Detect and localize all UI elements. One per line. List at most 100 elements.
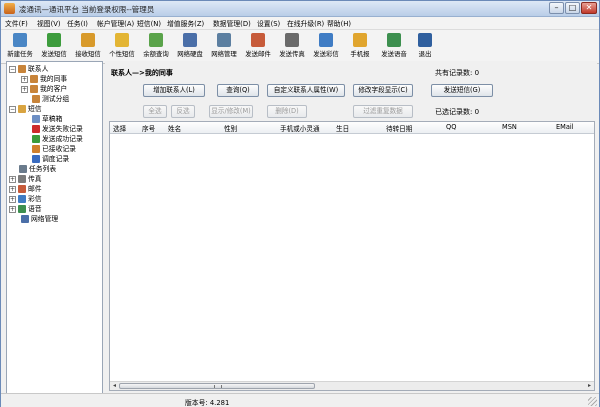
tree-node-customers[interactable]: + 我的客户 (21, 84, 67, 94)
menu-settings[interactable]: 设置(S) (257, 18, 280, 28)
table-header: 选择 序号 姓名 性别 手机或小灵通 生日 待转日期 QQ MSN EMail (110, 122, 594, 134)
tree-node-drafts[interactable]: 草稿箱 (32, 114, 62, 124)
column-header-gender[interactable]: 性别 (224, 123, 237, 133)
title-bar[interactable]: 凌通讯—通讯平台 当前登录权限--管理员 – □ ✕ (1, 1, 599, 17)
tree-node-mms[interactable]: + 彩信 (9, 194, 42, 204)
expand-toggle[interactable]: + (21, 85, 28, 93)
column-header-index[interactable]: 序号 (142, 123, 155, 133)
column-header-pending-date[interactable]: 待转日期 (386, 123, 412, 133)
menu-bar: 文件(F) 视图(V) 任务(I) 帐户管理(A) 短信(N) 增值服务(Z) … (1, 17, 599, 30)
mobile-news-icon (353, 33, 367, 47)
tree-node-network[interactable]: 网络管理 (21, 214, 58, 224)
receive-sms-button[interactable]: 接收短信 (71, 32, 105, 62)
send-mms-button[interactable]: 发送彩信 (309, 32, 343, 62)
scroll-left-arrow-icon[interactable]: ◂ (110, 382, 119, 390)
voice-icon (18, 205, 26, 213)
tree-node-fax[interactable]: + 传真 (9, 174, 42, 184)
exit-button[interactable]: 退出 (411, 32, 439, 62)
send-mail-icon (251, 33, 265, 47)
network-manage-button[interactable]: 网络管理 (207, 32, 241, 62)
menu-account[interactable]: 帐户管理(A) (97, 18, 134, 28)
tree-node-voice[interactable]: + 语音 (9, 204, 42, 214)
menu-value-added[interactable]: 增值服务(Z) (167, 18, 204, 28)
toolbar: 新建任务 发送短信 接收短信 个性短信 余额查询 网络硬盘 网络管理 发送邮件 … (1, 30, 599, 64)
column-header-email[interactable]: EMail (556, 123, 574, 131)
app-logo-icon (4, 3, 15, 14)
tree-node-colleagues[interactable]: + 我的同事 (21, 74, 67, 84)
draft-icon (32, 115, 40, 123)
send-sms-button[interactable]: 发送短信 (37, 32, 71, 62)
modify-fields-button[interactable]: 修改字段显示(C) (353, 84, 413, 97)
menu-data[interactable]: 数据管理(D) (213, 18, 251, 28)
fax-icon (18, 175, 26, 183)
tree-node-schedule[interactable]: 调度记录 (32, 154, 69, 164)
invert-selection-button[interactable]: 反选 (171, 105, 195, 118)
select-all-button[interactable]: 全选 (143, 105, 167, 118)
contacts-table[interactable]: 选择 序号 姓名 性别 手机或小灵通 生日 待转日期 QQ MSN EMail … (109, 121, 595, 391)
balance-query-button[interactable]: 余额查询 (139, 32, 173, 62)
send-sms-action-button[interactable]: 发送短信(G) (431, 84, 493, 97)
expand-toggle[interactable]: + (9, 195, 16, 203)
collapse-toggle[interactable]: − (9, 105, 16, 113)
tree-node-sms[interactable]: − 短信 (9, 104, 42, 114)
network-disk-icon (183, 33, 197, 47)
expand-toggle[interactable]: + (21, 75, 28, 83)
mobile-news-button[interactable]: 手机报 (343, 32, 377, 62)
selected-records-label: 已选记录数: 0 (435, 108, 480, 116)
expand-toggle[interactable]: + (9, 175, 16, 183)
grip-icon (214, 385, 222, 388)
group-icon (30, 85, 38, 93)
send-mail-button[interactable]: 发送邮件 (241, 32, 275, 62)
collapse-toggle[interactable]: − (9, 65, 16, 73)
tree-node-test-group[interactable]: 测试分组 (32, 94, 69, 104)
column-header-qq[interactable]: QQ (446, 123, 456, 131)
delete-button[interactable]: 删除(D) (267, 105, 307, 118)
personal-sms-button[interactable]: 个性短信 (105, 32, 139, 62)
group-icon (30, 75, 38, 83)
menu-task[interactable]: 任务(I) (67, 18, 88, 28)
query-button[interactable]: 查询(Q) (217, 84, 259, 97)
network-disk-button[interactable]: 网络硬盘 (173, 32, 207, 62)
menu-file[interactable]: 文件(F) (5, 18, 28, 28)
tree-node-received[interactable]: 已接收记录 (32, 144, 76, 154)
receive-sms-icon (81, 33, 95, 47)
group-icon (32, 95, 40, 103)
contacts-icon (18, 65, 26, 73)
menu-view[interactable]: 视图(V) (37, 18, 61, 28)
minimize-button[interactable]: – (549, 2, 564, 14)
expand-toggle[interactable]: + (9, 185, 16, 193)
column-header-name[interactable]: 姓名 (168, 123, 181, 133)
show-modify-button[interactable]: 显示/修改(M) (209, 105, 253, 118)
new-task-button[interactable]: 新建任务 (3, 32, 37, 62)
custom-attributes-button[interactable]: 自定义联系人属性(W) (267, 84, 345, 97)
close-button[interactable]: ✕ (581, 2, 597, 14)
received-icon (32, 145, 40, 153)
menu-upgrade[interactable]: 在线升级(R) (287, 18, 324, 28)
column-header-birthday[interactable]: 生日 (336, 123, 349, 133)
maximize-button[interactable]: □ (565, 2, 580, 14)
add-contact-button[interactable]: 增加联系人(L) (143, 84, 205, 97)
tree-node-mail[interactable]: + 邮件 (9, 184, 42, 194)
send-voice-button[interactable]: 发送语音 (377, 32, 411, 62)
new-task-icon (13, 33, 27, 47)
failed-icon (32, 125, 40, 133)
send-fax-button[interactable]: 发送传真 (275, 32, 309, 62)
tree-node-failed[interactable]: 发送失败记录 (32, 124, 83, 134)
menu-help[interactable]: 帮助(H) (327, 18, 351, 28)
resize-grip-icon[interactable] (588, 397, 597, 406)
tree-node-success[interactable]: 发送成功记录 (32, 134, 83, 144)
expand-toggle[interactable]: + (9, 205, 16, 213)
column-header-msn[interactable]: MSN (502, 123, 517, 131)
tree-node-task-list[interactable]: 任务列表 (19, 164, 56, 174)
column-header-mobile[interactable]: 手机或小灵通 (280, 123, 320, 133)
tree-node-contacts[interactable]: − 联系人 (9, 64, 48, 74)
breadcrumb: 联系人—>我的同事 (111, 69, 173, 77)
horizontal-scrollbar[interactable]: ◂ ▸ (110, 381, 594, 390)
column-header-select[interactable]: 选择 (113, 123, 126, 133)
filter-duplicates-button[interactable]: 过滤重复数据 (353, 105, 413, 118)
success-icon (32, 135, 40, 143)
menu-sms[interactable]: 短信(N) (137, 18, 161, 28)
scroll-right-arrow-icon[interactable]: ▸ (585, 382, 594, 390)
personal-sms-icon (115, 33, 129, 47)
scrollbar-thumb[interactable] (119, 383, 315, 389)
